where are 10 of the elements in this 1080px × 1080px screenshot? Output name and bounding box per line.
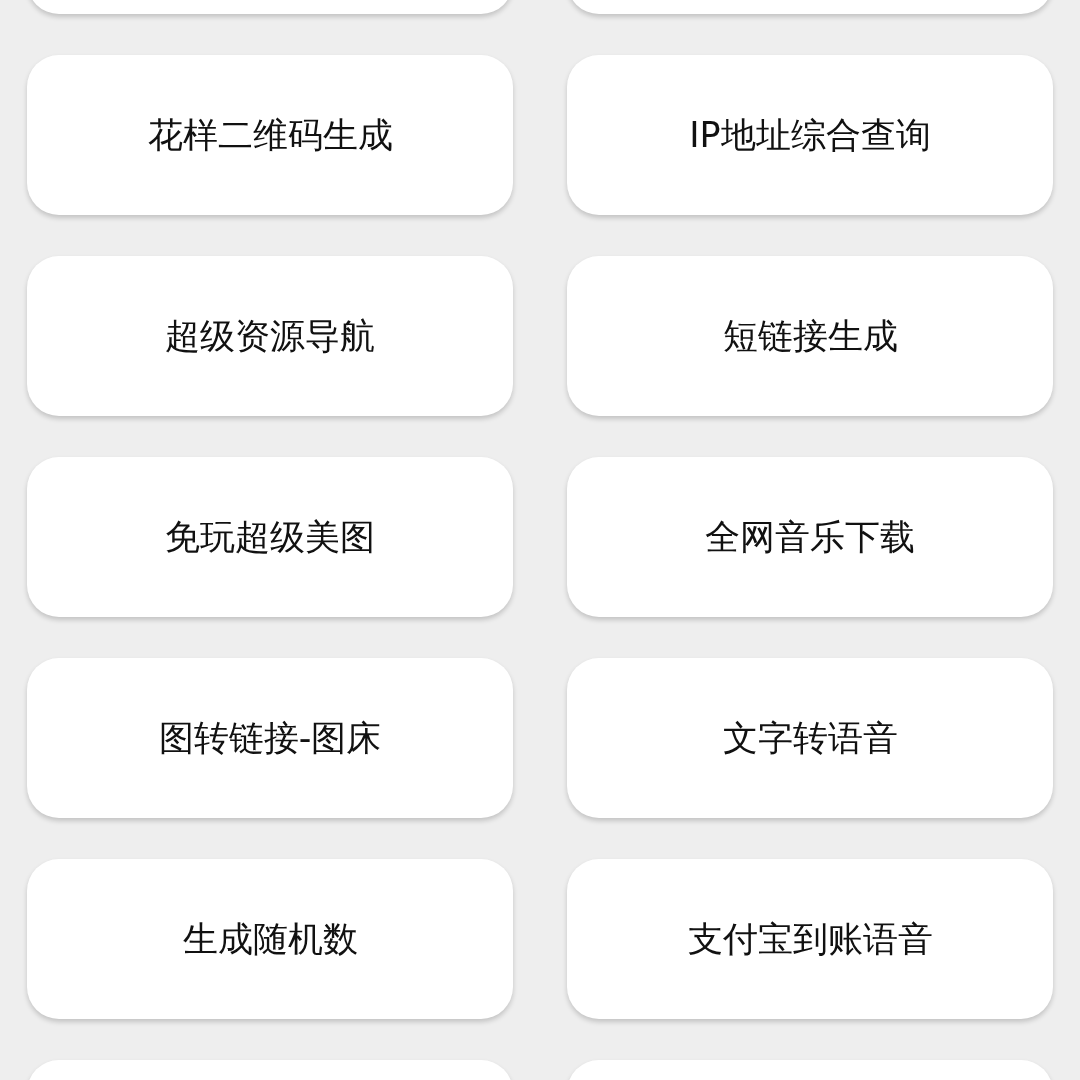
tool-button[interactable]: 文字转语音: [567, 658, 1053, 818]
tool-button[interactable]: 图转链接-图床: [27, 658, 513, 818]
tool-button[interactable]: 超级资源导航: [27, 256, 513, 416]
tool-button[interactable]: 全网音乐下载: [567, 457, 1053, 617]
tool-button[interactable]: 短链接生成: [567, 256, 1053, 416]
tool-button[interactable]: 生成随机数: [27, 859, 513, 1019]
tool-button[interactable]: 支付宝到账语音: [567, 859, 1053, 1019]
tool-button[interactable]: 花样二维码生成: [27, 55, 513, 215]
tool-button[interactable]: 免玩超级美图: [27, 457, 513, 617]
tool-button[interactable]: IP地址综合查询: [567, 55, 1053, 215]
